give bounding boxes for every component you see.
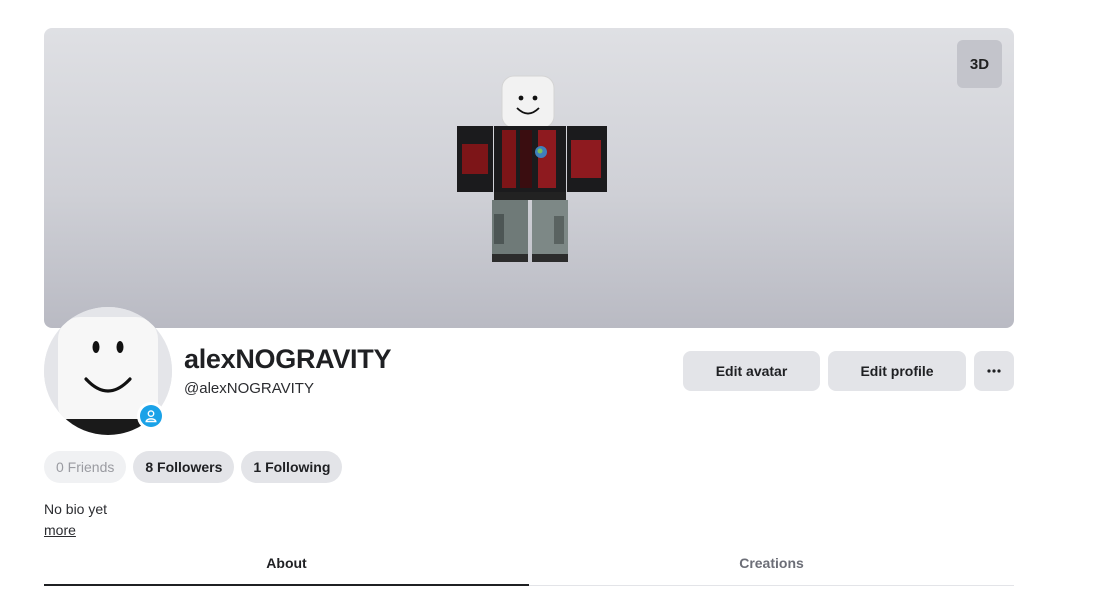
- more-options-button[interactable]: [974, 351, 1014, 391]
- avatar-3d-figure: [457, 75, 607, 262]
- edit-profile-button[interactable]: Edit profile: [828, 351, 966, 391]
- followers-count-pill[interactable]: 8 Followers: [133, 451, 235, 483]
- following-count-pill[interactable]: 1 Following: [241, 451, 343, 483]
- ellipsis-icon: [987, 369, 1001, 373]
- friends-count-pill[interactable]: 0 Friends: [44, 451, 127, 483]
- profile-page: 3D alexNOGRAVITY @alexNOGRAVITY Edit ava…: [0, 0, 1094, 604]
- social-stats: 0 Friends 8 Followers 1 Following: [44, 451, 343, 483]
- presence-badge: [137, 402, 165, 430]
- username: @alexNOGRAVITY: [184, 380, 314, 397]
- toggle-3d-button[interactable]: 3D: [957, 40, 1002, 88]
- edit-avatar-button[interactable]: Edit avatar: [683, 351, 820, 391]
- display-name: alexNOGRAVITY: [184, 344, 392, 374]
- tab-about[interactable]: About: [44, 540, 529, 586]
- profile-tabs: About Creations: [44, 540, 1014, 586]
- avatar-stage: 3D: [44, 28, 1014, 328]
- online-status-icon: [140, 405, 162, 427]
- tab-creations[interactable]: Creations: [529, 540, 1014, 585]
- profile-actions: Edit avatar Edit profile: [683, 351, 1014, 391]
- bio-more-link[interactable]: more: [44, 522, 76, 538]
- bio-text: No bio yet: [44, 501, 108, 517]
